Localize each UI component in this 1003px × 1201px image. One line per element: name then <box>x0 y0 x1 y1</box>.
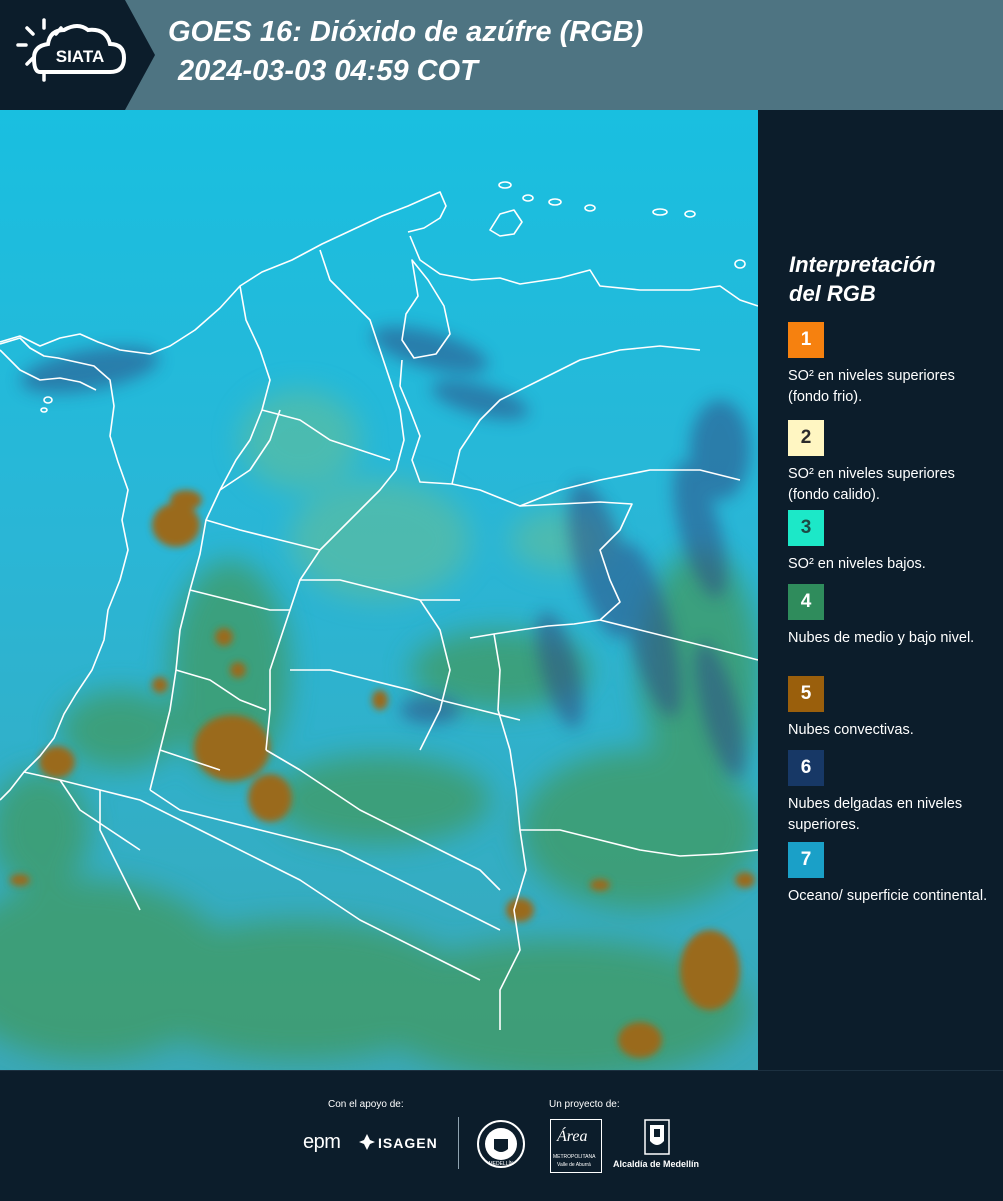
legend-label-1: SO² en niveles superiores (fondo frio). <box>788 368 955 405</box>
area-logo-sub2: Valle de Aburrá <box>557 1162 591 1168</box>
legend-item-4: 4 Nubes de medio y bajo nivel. <box>788 584 993 649</box>
seal-caption: MEDELLÍN <box>488 1160 513 1167</box>
legend-title-line2: del RGB <box>789 281 876 306</box>
legend-item-6: 6 Nubes delgadas en niveles superiores. <box>788 750 993 836</box>
legend-item-3: 3 SO² en niveles bajos. <box>788 510 993 575</box>
legend-label-5: Nubes convectivas. <box>788 722 914 738</box>
footer: Con el apoyo de: Un proyecto de: epm ISA… <box>0 1070 1003 1201</box>
footer-divider <box>458 1117 459 1169</box>
area-logo-text: Área <box>557 1128 588 1145</box>
rgb-legend: Interpretación del RGB 1 SO² en niveles … <box>758 110 1003 1070</box>
legend-number-7: 7 <box>800 849 812 870</box>
logo-text: SIATA <box>56 47 104 66</box>
isagen-logo <box>358 1133 376 1156</box>
legend-swatch-7: 7 <box>788 842 824 878</box>
isagen-text: ISAGEN <box>378 1135 438 1151</box>
header-bar: SIATA GOES 16: Dióxido de azúfre (RGB) 2… <box>0 0 1003 110</box>
alcaldia-shield <box>644 1119 670 1160</box>
legend-item-1: 1 SO² en niveles superiores (fondo frio)… <box>788 322 993 408</box>
isagen-icon <box>359 1134 375 1150</box>
legend-label-7: Oceano/ superficie continental. <box>788 888 988 904</box>
legend-number-5: 5 <box>800 683 812 704</box>
alcaldia-text: Alcaldía de Medellín <box>613 1159 700 1169</box>
legend-label-2: SO² en niveles superiores (fondo calido)… <box>788 466 955 503</box>
legend-swatch-3: 3 <box>788 510 824 546</box>
area-logo-sub: METROPOLITANA <box>553 1154 596 1160</box>
siata-logo: SIATA <box>0 0 155 110</box>
project-label: Un proyecto de: <box>549 1099 620 1110</box>
legend-item-7: 7 Oceano/ superficie continental. <box>788 842 993 907</box>
legend-item-5: 5 Nubes convectivas. <box>788 676 993 741</box>
legend-number-6: 6 <box>800 757 812 778</box>
satellite-map <box>0 110 758 1070</box>
area-metropolitana-logo: Área METROPOLITANA Valle de Aburrá <box>550 1119 602 1173</box>
legend-label-3: SO² en niveles bajos. <box>788 556 926 572</box>
legend-number-1: 1 <box>800 329 812 350</box>
legend-swatch-4: 4 <box>788 584 824 620</box>
page-title: GOES 16: Dióxido de azúfre (RGB) <box>168 16 644 48</box>
legend-label-4: Nubes de medio y bajo nivel. <box>788 630 975 646</box>
legend-title-line1: Interpretación <box>789 252 936 277</box>
legend-label-6: Nubes delgadas en niveles superiores. <box>788 796 963 833</box>
epm-logo: epm <box>303 1131 341 1153</box>
legend-number-4: 4 <box>800 591 812 612</box>
legend-number-3: 3 <box>800 517 812 538</box>
legend-swatch-6: 6 <box>788 750 824 786</box>
legend-item-2: 2 SO² en niveles superiores (fondo calid… <box>788 420 993 506</box>
legend-swatch-1: 1 <box>788 322 824 358</box>
legend-title: Interpretación del RGB <box>789 250 989 308</box>
legend-swatch-2: 2 <box>788 420 824 456</box>
support-label: Con el apoyo de: <box>328 1099 404 1110</box>
medellin-seal: MEDELLÍN <box>476 1119 526 1174</box>
legend-swatch-5: 5 <box>788 676 824 712</box>
legend-number-2: 2 <box>800 427 812 448</box>
page-timestamp: 2024-03-03 04:59 COT <box>178 55 478 87</box>
